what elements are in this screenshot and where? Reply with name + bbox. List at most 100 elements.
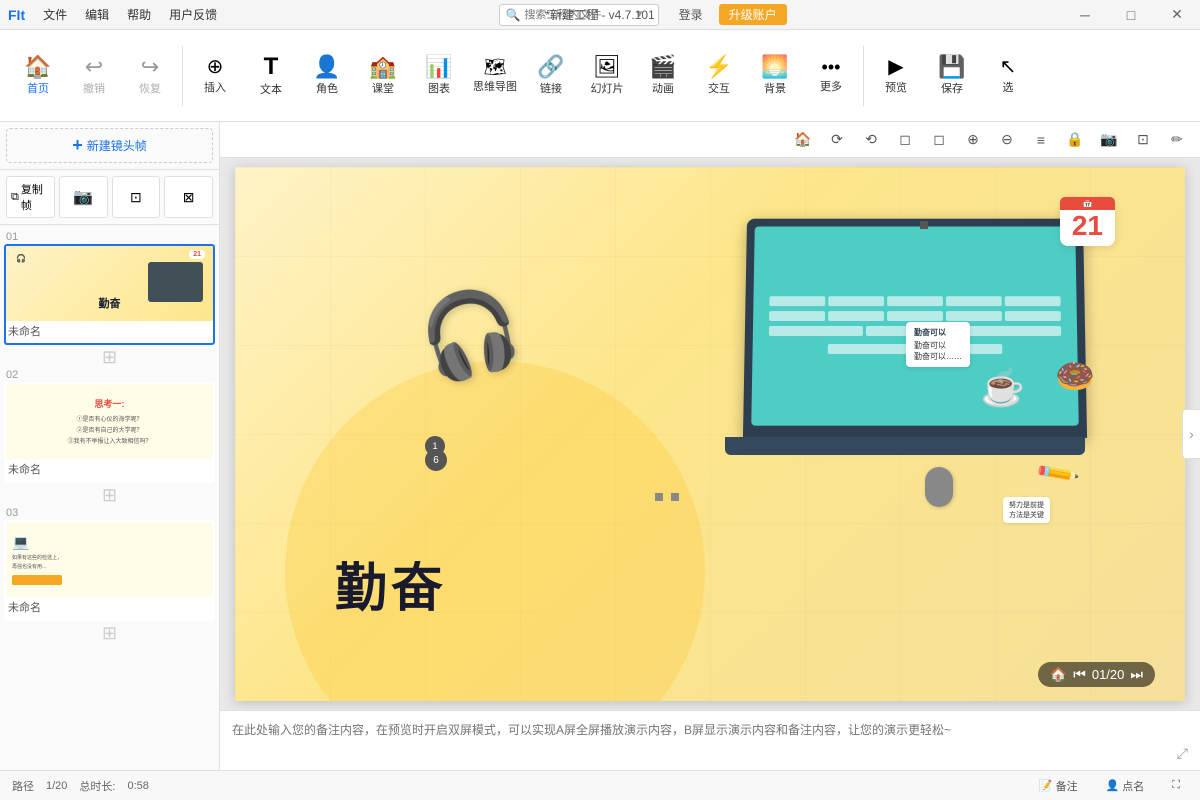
slide-number: 02 <box>4 367 215 382</box>
camera-button[interactable]: 📷 <box>59 176 108 218</box>
canvas-frame-button[interactable]: ⊡ <box>1130 127 1156 153</box>
donut-element: 🍩 <box>1055 357 1095 395</box>
frame-tool-1-button[interactable]: ⊡ <box>112 176 161 218</box>
toolbar-interact[interactable]: ⚡ 交互 <box>691 52 747 100</box>
toolbar-mindmap[interactable]: 🗺 思维导图 <box>467 54 523 98</box>
right-panel-toggle[interactable]: › <box>1182 409 1200 459</box>
toolbar-insert[interactable]: ⊕ 插入 <box>187 53 243 99</box>
copy-frame-button[interactable]: ⧉ 复制帧 <box>6 176 55 218</box>
notes-btn-label: 备注 <box>1056 778 1078 794</box>
background-circle <box>285 361 705 701</box>
canvas-redo-button[interactable]: ⟲ <box>858 127 884 153</box>
toolbar-redo-label: 恢复 <box>139 80 161 96</box>
canvas-lock-button[interactable]: 🔒 <box>1062 127 1088 153</box>
slide-thumbnail[interactable]: 💻 如果有这些的检选上， 再强也没有用... 未命名 <box>4 520 215 621</box>
slide-thumbnail[interactable]: 思考一: ①是否有心仪的海学呢？ ②是否有自己的大学呢？ ③我有不举报让入大致相… <box>4 382 215 483</box>
canvas-frame-2-button[interactable]: ◻ <box>926 127 952 153</box>
canvas-camera-button[interactable]: 📷 <box>1096 127 1122 153</box>
toolbar-mindmap-label: 思维导图 <box>473 78 517 94</box>
character-icon: 👤 <box>313 56 340 78</box>
chart-icon: 📊 <box>425 56 452 78</box>
toolbar-undo[interactable]: ↩ 撤销 <box>66 52 122 100</box>
toolbar-more-label: 更多 <box>820 78 842 94</box>
toolbar-link-label: 链接 <box>540 80 562 96</box>
new-scene-button[interactable]: + 新建镜头帧 <box>6 128 213 163</box>
save-icon: 💾 <box>938 56 965 78</box>
slide2-title: 思考一: <box>95 397 125 410</box>
roll-call-button[interactable]: 👤 点名 <box>1098 776 1153 796</box>
toolbar-animation[interactable]: 🎬 动画 <box>635 52 691 100</box>
toolbar-text-label: 文本 <box>260 81 282 97</box>
slide-thumbnail[interactable]: 🎧 21 勤奋 未命名 <box>4 244 215 345</box>
frame-icon-2: ⊠ <box>183 189 195 206</box>
toolbar-redo[interactable]: ↪ 恢复 <box>122 52 178 100</box>
canvas-wrapper[interactable]: 📅 21 🎧 <box>220 158 1200 710</box>
counter-prev-icon: ⏮ <box>1073 666 1086 683</box>
login-button[interactable]: 登录 <box>669 4 713 25</box>
close-button[interactable]: ✕ <box>1154 0 1200 30</box>
toolbar-insert-label: 插入 <box>204 79 226 95</box>
counter-home-icon: 🏠 <box>1050 666 1067 683</box>
menu-feedback[interactable]: 用户反馈 <box>161 4 225 25</box>
upgrade-button[interactable]: 升级账户 <box>719 4 787 25</box>
notes-button[interactable]: 📝 备注 <box>1031 776 1086 796</box>
slide-controls <box>655 493 679 501</box>
menu-edit[interactable]: 编辑 <box>77 4 117 25</box>
menu-help[interactable]: 帮助 <box>119 4 159 25</box>
toolbar-character-label: 角色 <box>316 80 338 96</box>
toolbar-divider-1 <box>182 46 183 106</box>
toolbar-text[interactable]: T 文本 <box>243 51 299 101</box>
background-icon: 🌅 <box>761 56 788 78</box>
canvas-zoom-in-button[interactable]: ⊕ <box>960 127 986 153</box>
frame-tool-2-button[interactable]: ⊠ <box>164 176 213 218</box>
toolbar-more[interactable]: ••• 更多 <box>803 54 859 98</box>
canvas-toolbar: 🏠 ⟳ ⟲ ◻ ◻ ⊕ ⊖ ≡ 🔒 📷 ⊡ ✏ <box>220 122 1200 158</box>
list-item: 03 💻 如果有这些的检选上， 再强也没有用... 未命名 <box>4 505 215 621</box>
toolbar-save-label: 保存 <box>941 80 963 96</box>
toolbar-background[interactable]: 🌅 背景 <box>747 52 803 100</box>
badge-1: 1 <box>425 436 445 456</box>
slide-number: 03 <box>4 505 215 520</box>
notes-area: ⤢ <box>220 710 1200 770</box>
laptop-element <box>715 217 1165 557</box>
separator-icon: ⊞ <box>102 347 117 368</box>
canvas-home-button[interactable]: 🏠 <box>790 127 816 153</box>
slide-canvas[interactable]: 📅 21 🎧 <box>235 167 1185 701</box>
slide-main-title[interactable]: 勤奋 <box>335 546 447 621</box>
toolbar-link[interactable]: 🔗 链接 <box>523 52 579 100</box>
canvas-edit-button[interactable]: ✏ <box>1164 127 1190 153</box>
toolbar-preview[interactable]: ▶ 预览 <box>868 53 924 99</box>
toolbar-slides[interactable]: 🖼 幻灯片 <box>579 52 635 100</box>
playback-counter[interactable]: 🏠 ⏮ 01/20 ⏭ <box>1038 662 1155 687</box>
list-item: 01 🎧 21 勤奋 未命名 <box>4 229 215 345</box>
toolbar-select[interactable]: ↖ 选 <box>980 53 1036 99</box>
window-controls: ─ □ ✕ <box>1062 0 1200 30</box>
toolbar-home[interactable]: 🏠 首页 <box>10 52 66 100</box>
slide-name: 未命名 <box>6 321 213 343</box>
slide-name: 未命名 <box>6 597 213 619</box>
animation-icon: 🎬 <box>649 56 676 78</box>
toolbar-chart[interactable]: 📊 图表 <box>411 52 467 100</box>
menu-file[interactable]: 文件 <box>35 4 75 25</box>
titlebar: FIt 文件 编辑 帮助 用户反馈 *新建工程 - v4.7.101 🔍 ▼ 登… <box>0 0 1200 30</box>
canvas-grid-button[interactable]: ≡ <box>1028 127 1054 153</box>
counter-page: 01/20 <box>1092 667 1125 682</box>
toolbar-character[interactable]: 👤 角色 <box>299 52 355 100</box>
canvas-frame-1-button[interactable]: ◻ <box>892 127 918 153</box>
toolbar-divider-2 <box>863 46 864 106</box>
canvas-zoom-out-button[interactable]: ⊖ <box>994 127 1020 153</box>
maximize-button[interactable]: □ <box>1108 0 1154 30</box>
undo-icon: ↩ <box>85 56 103 78</box>
slide-preview: 💻 如果有这些的检选上， 再强也没有用... <box>6 522 213 597</box>
minimize-button[interactable]: ─ <box>1062 0 1108 30</box>
toolbar-classroom[interactable]: 🏫 课堂 <box>355 52 411 100</box>
canvas-undo-button[interactable]: ⟳ <box>824 127 850 153</box>
roll-btn-label: 点名 <box>1122 778 1144 794</box>
notes-expand-button[interactable]: ⤢ <box>1177 745 1188 762</box>
toolbar-save[interactable]: 💾 保存 <box>924 52 980 100</box>
fullscreen-button[interactable]: ⛶ <box>1164 777 1188 794</box>
preview-icon: ▶ <box>888 57 903 77</box>
path-label: 路径 <box>12 778 34 794</box>
slide-name: 未命名 <box>6 459 213 481</box>
notes-input[interactable] <box>232 721 1188 761</box>
